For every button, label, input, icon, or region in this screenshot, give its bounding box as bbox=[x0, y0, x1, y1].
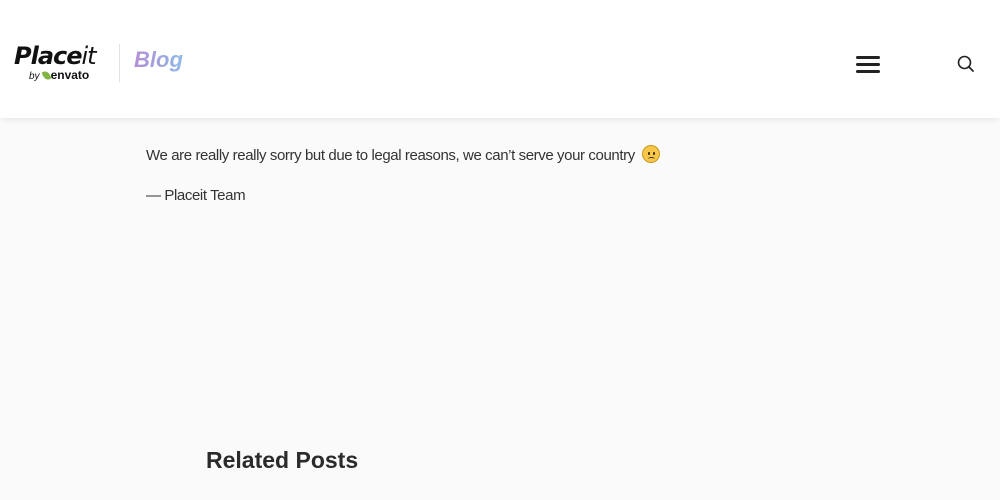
legal-message: We are really really sorry but due to le… bbox=[146, 145, 660, 167]
blog-link[interactable]: Blog bbox=[134, 46, 183, 74]
menu-bar-top bbox=[856, 56, 880, 59]
envato-leaf-icon bbox=[41, 70, 51, 81]
logo-it-text: it bbox=[81, 42, 97, 70]
related-posts-heading: Related Posts bbox=[206, 447, 359, 473]
signature: — Placeit Team bbox=[146, 187, 246, 204]
logo-byline: by envato bbox=[29, 68, 89, 84]
menu-bar-middle bbox=[856, 63, 880, 66]
search-icon[interactable] bbox=[952, 50, 980, 78]
logo-divider bbox=[119, 44, 120, 82]
search-icon-graphic bbox=[957, 55, 974, 72]
menu-bar-bottom bbox=[856, 70, 880, 73]
confused-face-icon bbox=[641, 145, 660, 163]
logo-envato-text: envato bbox=[50, 68, 90, 82]
hamburger-menu-icon[interactable] bbox=[852, 52, 884, 78]
main-content: We are really really sorry but due to le… bbox=[0, 118, 1000, 500]
logo-place-text: Place bbox=[14, 42, 83, 70]
logo-by-text: by bbox=[29, 71, 40, 82]
logo-wordmark: Placeit bbox=[14, 42, 97, 70]
legal-message-text: We are really really sorry but due to le… bbox=[146, 147, 635, 164]
site-header: Placeit by envato Blog bbox=[0, 0, 1000, 118]
placeit-logo[interactable]: Placeit by envato bbox=[14, 42, 106, 84]
